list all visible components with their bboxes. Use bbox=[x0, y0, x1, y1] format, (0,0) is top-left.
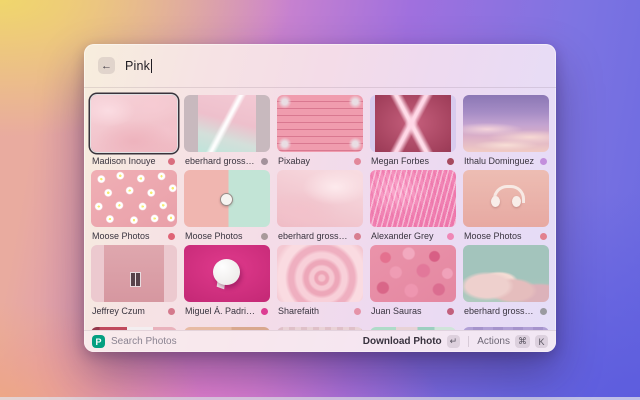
photo-result[interactable]: Megan Forbes bbox=[370, 95, 456, 170]
dominant-color-dot bbox=[168, 233, 175, 240]
photo-result[interactable]: eberhard grossga... bbox=[463, 245, 549, 320]
photographer-name: Pixabay bbox=[278, 156, 310, 166]
photo-thumbnail[interactable] bbox=[370, 170, 456, 227]
dominant-color-dot bbox=[447, 233, 454, 240]
photo-result[interactable]: eberhard grossga... bbox=[277, 170, 363, 245]
photo-thumbnail[interactable] bbox=[370, 95, 456, 152]
photographer-name: Moose Photos bbox=[185, 231, 243, 241]
photo-thumbnail[interactable] bbox=[463, 170, 549, 227]
dominant-color-dot bbox=[168, 158, 175, 165]
photographer-name: Megan Forbes bbox=[371, 156, 429, 166]
photographer-name: Moose Photos bbox=[92, 231, 150, 241]
command-key-badge: ⌘ bbox=[515, 335, 530, 348]
photo-thumbnail[interactable] bbox=[277, 95, 363, 152]
pexels-icon-letter: P bbox=[95, 337, 101, 347]
photo-caption: Miguel Á. Padriñán bbox=[184, 302, 270, 320]
photo-result[interactable]: Juan Sauras bbox=[370, 245, 456, 320]
photographer-name: Alexander Grey bbox=[371, 231, 434, 241]
back-arrow-icon: ← bbox=[101, 60, 112, 72]
dominant-color-dot bbox=[447, 308, 454, 315]
photo-thumbnail[interactable] bbox=[277, 245, 363, 302]
photo-caption: Megan Forbes bbox=[370, 152, 456, 170]
command-name: Search Photos bbox=[111, 336, 177, 347]
text-caret bbox=[151, 59, 152, 73]
k-key-badge: K bbox=[535, 335, 548, 348]
desktop-background: ← Pink Madison Inouye eberhard grossga...… bbox=[0, 0, 640, 400]
photo-caption: Moose Photos bbox=[184, 227, 270, 245]
photo-thumbnail[interactable] bbox=[184, 245, 270, 302]
download-photo-button[interactable]: Download Photo bbox=[363, 336, 442, 347]
launcher-window: ← Pink Madison Inouye eberhard grossga...… bbox=[84, 44, 556, 352]
photo-thumbnail[interactable] bbox=[277, 170, 363, 227]
results-area: Madison Inouye eberhard grossga... Pixabay… bbox=[84, 89, 556, 330]
photo-thumbnail[interactable] bbox=[463, 95, 549, 152]
dominant-color-dot bbox=[540, 308, 547, 315]
photo-caption: eberhard grossga... bbox=[184, 152, 270, 170]
photo-caption: Pixabay bbox=[277, 152, 363, 170]
enter-key-badge: ↵ bbox=[447, 335, 461, 348]
photo-result[interactable]: eberhard grossga... bbox=[184, 95, 270, 170]
photo-caption: Jeffrey Czum bbox=[91, 302, 177, 320]
photographer-name: Miguel Á. Padriñán bbox=[185, 306, 257, 316]
photographer-name: Sharefaith bbox=[278, 306, 319, 316]
photo-caption: Moose Photos bbox=[91, 227, 177, 245]
photo-grid: Madison Inouye eberhard grossga... Pixabay… bbox=[91, 95, 549, 320]
photo-result[interactable]: Sharefaith bbox=[277, 245, 363, 320]
photographer-name: Moose Photos bbox=[464, 231, 522, 241]
photo-thumbnail[interactable] bbox=[184, 95, 270, 152]
photo-thumbnail[interactable] bbox=[91, 95, 177, 152]
dominant-color-dot bbox=[540, 233, 547, 240]
photographer-name: Juan Sauras bbox=[371, 306, 422, 316]
actions-button[interactable]: Actions bbox=[477, 336, 510, 347]
dominant-color-dot bbox=[447, 158, 454, 165]
photo-caption: eberhard grossga... bbox=[277, 227, 363, 245]
photo-caption: eberhard grossga... bbox=[463, 302, 549, 320]
search-input[interactable]: Pink bbox=[125, 59, 152, 73]
photo-caption: Moose Photos bbox=[463, 227, 549, 245]
pexels-icon: P bbox=[92, 335, 105, 348]
photo-result[interactable]: Pixabay bbox=[277, 95, 363, 170]
photo-caption: Ithalu Dominguez bbox=[463, 152, 549, 170]
photo-thumbnail[interactable] bbox=[184, 170, 270, 227]
photo-caption: Madison Inouye bbox=[91, 152, 177, 170]
dominant-color-dot bbox=[261, 233, 268, 240]
photographer-name: Madison Inouye bbox=[92, 156, 156, 166]
dominant-color-dot bbox=[354, 158, 361, 165]
dominant-color-dot bbox=[168, 308, 175, 315]
photo-result[interactable]: Miguel Á. Padriñán bbox=[184, 245, 270, 320]
dominant-color-dot bbox=[354, 308, 361, 315]
photo-thumbnail[interactable] bbox=[370, 245, 456, 302]
photo-result[interactable]: Moose Photos bbox=[184, 170, 270, 245]
footer-divider bbox=[468, 336, 469, 347]
photo-result[interactable]: Madison Inouye bbox=[91, 95, 177, 170]
photo-result[interactable]: Moose Photos bbox=[463, 170, 549, 245]
photographer-name: eberhard grossga... bbox=[185, 156, 257, 166]
action-bar: P Search Photos Download Photo ↵ Actions… bbox=[84, 330, 556, 352]
dominant-color-dot bbox=[540, 158, 547, 165]
photo-caption: Sharefaith bbox=[277, 302, 363, 320]
photo-result[interactable]: Moose Photos bbox=[91, 170, 177, 245]
photo-result[interactable]: Alexander Grey bbox=[370, 170, 456, 245]
photo-caption: Alexander Grey bbox=[370, 227, 456, 245]
photo-thumbnail[interactable] bbox=[463, 245, 549, 302]
photo-result[interactable]: Jeffrey Czum bbox=[91, 245, 177, 320]
photo-thumbnail[interactable] bbox=[91, 170, 177, 227]
search-query-text: Pink bbox=[125, 59, 150, 73]
dominant-color-dot bbox=[261, 308, 268, 315]
search-header: ← Pink bbox=[84, 44, 556, 88]
photo-thumbnail[interactable] bbox=[91, 245, 177, 302]
photo-caption: Juan Sauras bbox=[370, 302, 456, 320]
footer-actions: Download Photo ↵ Actions ⌘ K bbox=[363, 335, 548, 348]
photographer-name: eberhard grossga... bbox=[278, 231, 350, 241]
back-button[interactable]: ← bbox=[98, 57, 115, 74]
photographer-name: Ithalu Dominguez bbox=[464, 156, 534, 166]
dominant-color-dot bbox=[261, 158, 268, 165]
photo-result[interactable]: Ithalu Dominguez bbox=[463, 95, 549, 170]
photographer-name: Jeffrey Czum bbox=[92, 306, 145, 316]
dominant-color-dot bbox=[354, 233, 361, 240]
photographer-name: eberhard grossga... bbox=[464, 306, 536, 316]
